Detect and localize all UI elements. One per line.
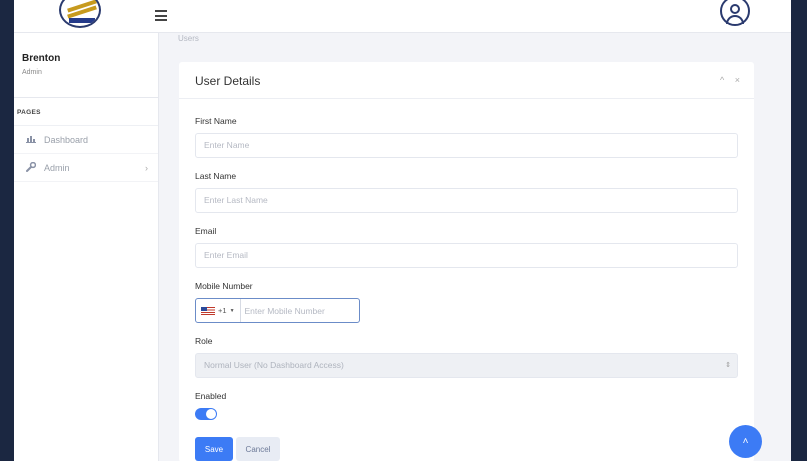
mobile-number-field: +1 ▼ Enter Mobile Number bbox=[195, 298, 360, 323]
role-group: Role Normal User (No Dashboard Access) ⇕ bbox=[195, 336, 738, 378]
mobile-group: Mobile Number +1 ▼ Enter Mobile Number bbox=[195, 281, 738, 323]
sidebar-item-dashboard[interactable]: Dashboard bbox=[14, 126, 158, 154]
sidebar-user-box: Brenton Admin bbox=[14, 33, 158, 98]
role-selected-value: Normal User (No Dashboard Access) bbox=[204, 360, 344, 370]
card-header: User Details ^ × bbox=[179, 62, 754, 99]
sidebar: Brenton Admin PAGES Dashboard Admin › bbox=[14, 33, 159, 461]
mobile-label: Mobile Number bbox=[195, 281, 253, 291]
sidebar-user-name: Brenton bbox=[22, 53, 61, 64]
email-label: Email bbox=[195, 226, 217, 236]
user-avatar-icon[interactable] bbox=[720, 0, 750, 26]
dial-code: +1 bbox=[218, 306, 227, 315]
us-flag-icon bbox=[201, 306, 215, 315]
sidebar-item-label: Dashboard bbox=[44, 134, 89, 145]
app-frame: Brenton Admin PAGES Dashboard Admin › Us… bbox=[14, 0, 791, 461]
chevron-right-icon: › bbox=[145, 162, 148, 173]
collapse-icon[interactable]: ^ bbox=[720, 75, 724, 85]
toggle-knob bbox=[206, 409, 216, 419]
cancel-button[interactable]: Cancel bbox=[236, 437, 280, 461]
caret-down-icon: ▼ bbox=[229, 307, 235, 314]
sidebar-user-role: Admin bbox=[22, 69, 42, 76]
enabled-group: Enabled bbox=[195, 391, 738, 420]
sidebar-item-label: Admin bbox=[44, 162, 70, 173]
top-bar bbox=[14, 0, 791, 33]
menu-toggle-icon[interactable] bbox=[155, 10, 167, 21]
scroll-to-top-button[interactable]: ˄ bbox=[729, 425, 762, 458]
card-tools: ^ × bbox=[712, 75, 740, 85]
role-select[interactable]: Normal User (No Dashboard Access) ⇕ bbox=[195, 353, 738, 378]
user-details-card: User Details ^ × First Name Enter Name L… bbox=[179, 62, 754, 461]
country-code-dropdown[interactable]: +1 ▼ bbox=[196, 299, 241, 322]
select-arrows-icon: ⇕ bbox=[725, 362, 731, 369]
company-logo[interactable] bbox=[59, 0, 101, 28]
sidebar-section-title: PAGES bbox=[14, 98, 158, 126]
last-name-group: Last Name Enter Last Name bbox=[195, 171, 738, 213]
first-name-group: First Name Enter Name bbox=[195, 116, 738, 158]
user-form: First Name Enter Name Last Name Enter La… bbox=[179, 99, 754, 461]
sidebar-item-admin[interactable]: Admin › bbox=[14, 154, 158, 182]
mobile-number-input[interactable]: Enter Mobile Number bbox=[241, 306, 325, 316]
close-icon[interactable]: × bbox=[735, 75, 740, 85]
breadcrumb[interactable]: Users bbox=[178, 34, 199, 43]
chevron-up-icon: ˄ bbox=[742, 436, 749, 447]
save-button[interactable]: Save bbox=[195, 437, 233, 461]
first-name-input[interactable]: Enter Name bbox=[195, 133, 738, 158]
enabled-label: Enabled bbox=[195, 391, 227, 401]
role-label: Role bbox=[195, 336, 213, 346]
enabled-toggle[interactable] bbox=[195, 408, 217, 420]
card-title: User Details bbox=[195, 74, 261, 88]
email-group: Email Enter Email bbox=[195, 226, 738, 268]
wrench-icon bbox=[26, 161, 38, 174]
first-name-label: First Name bbox=[195, 116, 237, 126]
form-actions: Save Cancel bbox=[195, 437, 738, 461]
chart-icon bbox=[26, 135, 38, 145]
last-name-label: Last Name bbox=[195, 171, 237, 181]
email-input[interactable]: Enter Email bbox=[195, 243, 738, 268]
last-name-input[interactable]: Enter Last Name bbox=[195, 188, 738, 213]
